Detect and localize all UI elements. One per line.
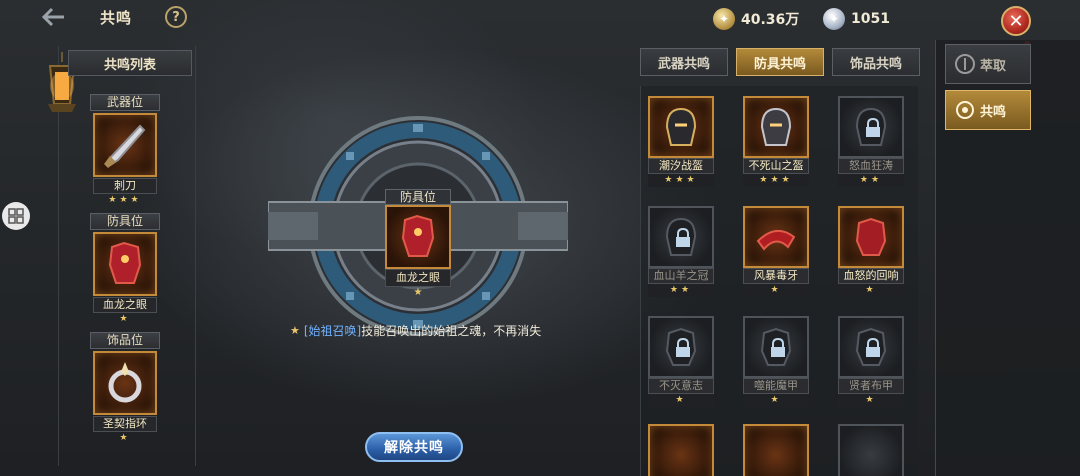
item-stars: ★ — [838, 284, 904, 297]
star-icon: ★ — [290, 324, 300, 337]
silver-gem-icon: ✦ — [823, 8, 845, 30]
center-armor-icon[interactable] — [385, 205, 451, 269]
grid-item[interactable]: 不死山之盔 ★★★ — [743, 96, 809, 187]
tab-weapon-resonance[interactable]: 武器共鸣 — [640, 48, 728, 76]
item-icon — [648, 424, 714, 476]
item-name: 潮汐战盔 — [648, 158, 714, 174]
weapon-slot[interactable]: 武器位 刺刀 ★★★ — [88, 94, 162, 206]
grid-item-partial[interactable] — [648, 424, 714, 476]
item-name: 血山羊之冠 — [648, 268, 714, 284]
item-stars: ★ — [838, 394, 904, 407]
center-slot-label: 防具位 — [385, 189, 451, 205]
grid-item[interactable]: 血山羊之冠 ★★ — [648, 206, 714, 297]
grid-item-partial[interactable] — [838, 424, 904, 476]
grid-item-partial[interactable] — [743, 424, 809, 476]
armor-icon — [648, 316, 714, 378]
skill-description: ★ [始祖召唤] 技能召唤出的始祖之魂，不再消失 — [290, 322, 541, 339]
slot-label: 防具位 — [90, 213, 160, 230]
helmet-icon — [743, 96, 809, 158]
item-stars: ★ — [743, 394, 809, 407]
resonance-button[interactable]: 共鸣 — [945, 90, 1031, 130]
extract-label: 萃取 — [980, 58, 1007, 74]
grid-item[interactable]: 怒血狂涛 ★★ — [838, 96, 904, 187]
item-stars: ★★★ — [743, 174, 809, 187]
skill-tag: [始祖召唤] — [303, 324, 362, 338]
accessory-slot[interactable]: 饰品位 圣契指环 ★ — [88, 332, 162, 444]
slot-label: 饰品位 — [90, 332, 160, 349]
armor-item-stars: ★ — [119, 314, 131, 324]
item-name: 不死山之盔 — [743, 158, 809, 174]
center-item-stars: ★ — [413, 287, 423, 298]
back-arrow-icon[interactable] — [40, 6, 66, 28]
silver-amount: 1051 — [851, 11, 890, 27]
gold-amount: 40.36万 — [741, 12, 800, 28]
fang-icon — [743, 206, 809, 268]
close-button[interactable]: ✕ — [1001, 6, 1031, 36]
tab-armor-resonance[interactable]: 防具共鸣 — [736, 48, 824, 76]
weapon-item-icon[interactable] — [93, 113, 157, 177]
weapon-item-name: 刺刀 — [93, 178, 157, 194]
resonance-icon — [956, 101, 974, 119]
center-item-name: 血龙之眼 — [385, 269, 451, 287]
grid-item[interactable]: 风暴毒牙 ★ — [743, 206, 809, 297]
helmet-icon — [648, 206, 714, 268]
extract-button[interactable]: 萃取 — [945, 44, 1031, 84]
tab-accessory-resonance[interactable]: 饰品共鸣 — [832, 48, 920, 76]
item-name: 血怒的回响 — [838, 268, 904, 284]
armor-icon — [838, 316, 904, 378]
page-title: 共鸣 — [100, 9, 133, 27]
armor-slot[interactable]: 防具位 血龙之眼 ★ — [88, 213, 162, 325]
accessory-item-stars: ★ — [119, 433, 131, 443]
extract-icon — [955, 54, 975, 74]
item-name: 贤者布甲 — [838, 378, 904, 394]
resonance-label: 共鸣 — [980, 104, 1007, 120]
slot-label: 武器位 — [90, 94, 160, 111]
item-name: 怒血狂涛 — [838, 158, 904, 174]
item-stars: ★★★ — [648, 174, 714, 187]
item-stars: ★ — [743, 284, 809, 297]
lock-icon — [771, 338, 785, 357]
item-stars: ★★ — [648, 284, 714, 297]
armor-icon — [743, 316, 809, 378]
armor-item-name: 血龙之眼 — [93, 297, 157, 313]
helmet-icon — [838, 96, 904, 158]
menu-grid-icon[interactable] — [2, 202, 30, 230]
release-resonance-button[interactable]: 解除共鸣 — [365, 432, 463, 462]
item-icon — [743, 424, 809, 476]
armor-item-icon[interactable] — [93, 232, 157, 296]
item-stars: ★★ — [838, 174, 904, 187]
grid-item[interactable]: 血怒的回响 ★ — [838, 206, 904, 297]
skill-text: 技能召唤出的始祖之魂，不再消失 — [361, 324, 542, 338]
lock-icon — [676, 338, 690, 357]
grid-item[interactable]: 贤者布甲 ★ — [838, 316, 904, 407]
item-stars: ★ — [648, 394, 714, 407]
grid-item[interactable]: 潮汐战盔 ★★★ — [648, 96, 714, 187]
gold-currency: ✦ 40.36万 — [713, 6, 799, 32]
help-icon[interactable]: ? — [165, 6, 187, 28]
item-name: 不灭意志 — [648, 378, 714, 394]
accessory-item-name: 圣契指环 — [93, 416, 157, 432]
lock-icon — [866, 118, 880, 137]
lock-icon — [676, 228, 690, 247]
accessory-item-icon[interactable] — [93, 351, 157, 415]
item-name: 噬能魔甲 — [743, 378, 809, 394]
game-stage: 共鸣 ? ✦ 40.36万 ✦ 1051 ✕ 共鸣列表 武器位 刺刀 ★★★ 防… — [0, 0, 1080, 476]
grid-item[interactable]: 噬能魔甲 ★ — [743, 316, 809, 407]
item-icon — [838, 424, 904, 476]
helmet-icon — [648, 96, 714, 158]
armor-icon — [838, 206, 904, 268]
gold-coin-icon: ✦ — [713, 8, 735, 30]
item-name: 风暴毒牙 — [743, 268, 809, 284]
lock-icon — [866, 338, 880, 357]
silver-currency: ✦ 1051 — [823, 6, 890, 32]
grid-item[interactable]: 不灭意志 ★ — [648, 316, 714, 407]
resonance-list-header: 共鸣列表 — [68, 50, 192, 76]
weapon-item-stars: ★★★ — [108, 195, 142, 205]
